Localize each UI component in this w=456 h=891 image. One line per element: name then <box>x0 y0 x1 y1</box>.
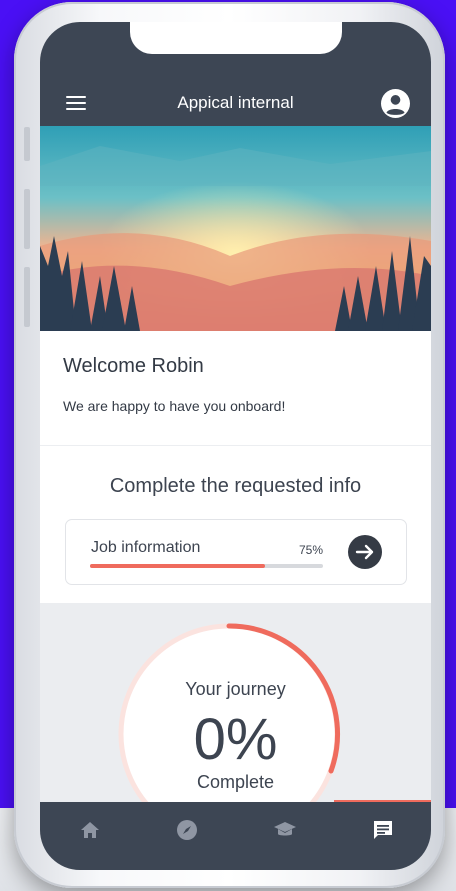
task-label: Job information <box>91 539 201 556</box>
phone-notch <box>130 22 342 54</box>
app-title: Appical internal <box>177 93 294 112</box>
arrow-right-icon <box>355 544 374 560</box>
arrow-right-button[interactable] <box>348 535 382 569</box>
journey-percent: 0% <box>193 707 278 772</box>
bottom-navigation <box>40 802 431 870</box>
journey-title: Your journey <box>185 679 286 699</box>
welcome-heading: Welcome Robin <box>63 355 204 377</box>
requested-info-title: Complete the requested info <box>109 475 362 497</box>
task-progress-bar <box>90 564 323 568</box>
hero-landscape-image <box>40 126 431 331</box>
divider <box>40 445 431 446</box>
home-icon[interactable] <box>78 818 102 842</box>
compass-icon[interactable] <box>175 818 199 842</box>
task-percent: 75% <box>299 543 324 557</box>
phone-side-button <box>24 127 30 161</box>
journey-caption: Complete <box>196 772 275 792</box>
profile-icon[interactable] <box>381 89 410 118</box>
graduation-cap-icon[interactable] <box>273 818 297 842</box>
phone-side-button <box>24 189 30 249</box>
phone-side-button <box>24 267 30 327</box>
welcome-message: We are happy to have you onboard! <box>63 398 286 414</box>
task-progress-fill <box>90 564 265 568</box>
chat-icon[interactable] <box>371 818 395 842</box>
job-information-task[interactable]: Job information 75% <box>65 519 407 585</box>
phone-screen: Appical internal Welcome Robin We are ha… <box>40 22 431 870</box>
welcome-card: Welcome Robin We are happy to have you o… <box>40 331 431 603</box>
